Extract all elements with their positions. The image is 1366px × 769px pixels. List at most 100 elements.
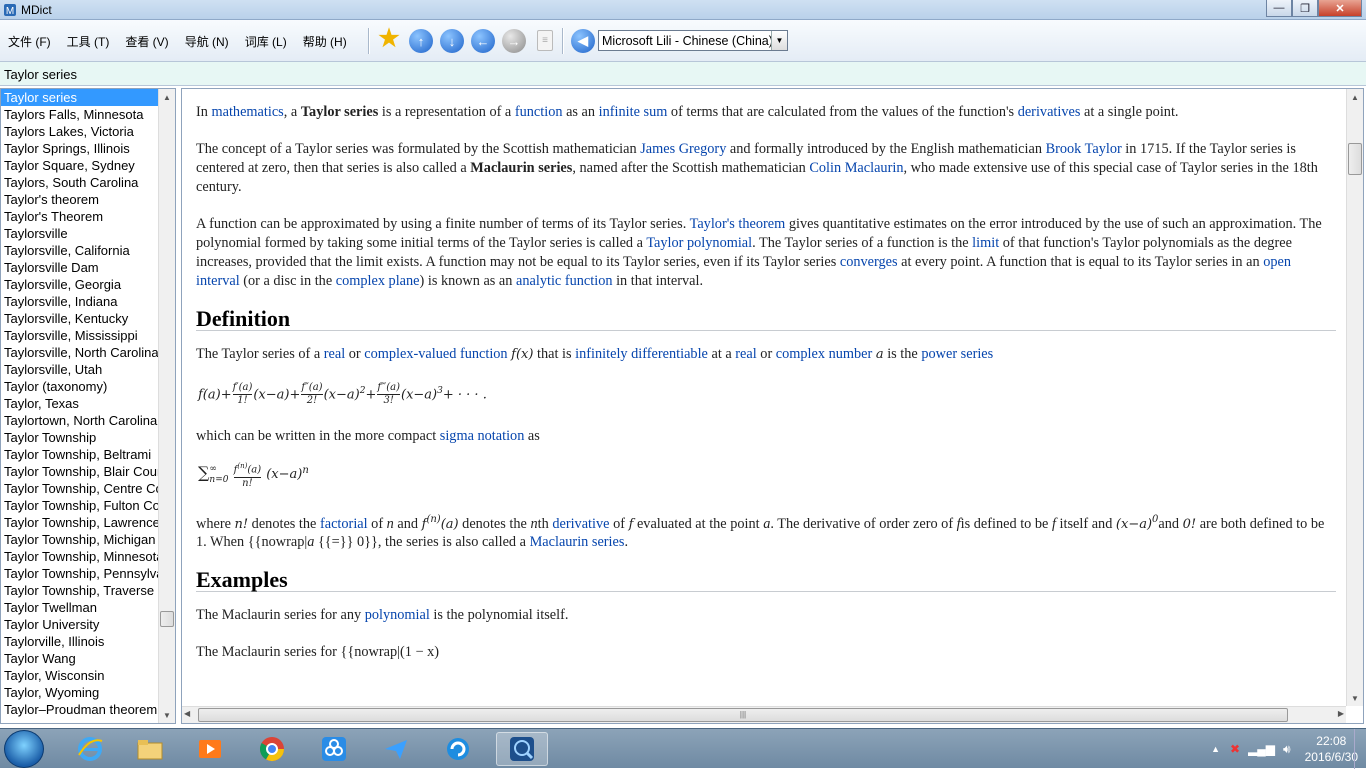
search-input[interactable] (2, 64, 1364, 84)
chevron-down-icon[interactable]: ▼ (771, 31, 787, 50)
scroll-thumb[interactable]: ||| (198, 708, 1288, 722)
link-derivatives[interactable]: derivatives (1018, 104, 1081, 120)
link-power-series[interactable]: power series (921, 346, 993, 362)
scroll-down-icon[interactable]: ▼ (159, 707, 175, 723)
menu-file[interactable]: 文件 (F) (0, 33, 59, 50)
list-item[interactable]: Taylors Falls, Minnesota (1, 106, 159, 123)
show-desktop-button[interactable] (1354, 729, 1366, 769)
qq-icon[interactable] (308, 732, 360, 766)
scroll-left-icon[interactable]: ◀ (184, 709, 190, 718)
list-item[interactable]: Taylor Township, Michigan (1, 531, 159, 548)
menu-library[interactable]: 词库 (L) (237, 33, 295, 50)
link-function[interactable]: function (515, 104, 563, 120)
list-item[interactable]: Taylorsville, Indiana (1, 293, 159, 310)
start-button[interactable] (4, 730, 44, 768)
list-item[interactable]: Taylors Lakes, Victoria (1, 123, 159, 140)
link-limit[interactable]: limit (972, 235, 999, 251)
arrow-down-icon[interactable]: ↓ (440, 29, 464, 53)
list-item[interactable]: Taylorsville Dam (1, 259, 159, 276)
list-item[interactable]: Taylor's theorem (1, 191, 159, 208)
article-horizontal-scrollbar[interactable]: ◀ ||| ▶ (182, 706, 1346, 723)
list-item[interactable]: Taylorsville, Kentucky (1, 310, 159, 327)
menu-view[interactable]: 查看 (V) (117, 33, 176, 50)
word-list-scrollbar[interactable]: ▲ ▼ (158, 89, 175, 723)
document-icon[interactable]: ≡ (537, 30, 553, 51)
mdict-icon[interactable] (496, 732, 548, 766)
link-taylor-polynomial[interactable]: Taylor polynomial (646, 235, 752, 251)
speak-icon[interactable]: ◀ (571, 29, 595, 53)
list-item[interactable]: Taylor Township, Pennsylvania (1, 565, 159, 582)
article-vertical-scrollbar[interactable]: ▲ ▼ (1346, 89, 1363, 706)
scroll-thumb[interactable] (1348, 143, 1362, 175)
scroll-up-icon[interactable]: ▲ (1347, 89, 1363, 105)
link-brook-taylor[interactable]: Brook Taylor (1046, 141, 1122, 157)
link-analytic-function[interactable]: analytic function (516, 273, 612, 289)
list-item[interactable]: Taylorsville (1, 225, 159, 242)
list-item[interactable]: Taylorsville, California (1, 242, 159, 259)
close-button[interactable]: ✕ (1318, 0, 1362, 17)
forward-icon[interactable]: → (502, 29, 526, 53)
list-item[interactable]: Taylor Township, Fulton County (1, 497, 159, 514)
list-item[interactable]: Taylor's Theorem (1, 208, 159, 225)
browser-icon[interactable] (432, 732, 484, 766)
link-converges[interactable]: converges (840, 254, 898, 270)
list-item[interactable]: Taylor–Proudman theorem (1, 701, 159, 718)
link-complex-number[interactable]: complex number (776, 346, 872, 362)
list-item[interactable]: Taylor Square, Sydney (1, 157, 159, 174)
link-complex-plane[interactable]: complex plane (336, 273, 420, 289)
list-item[interactable]: Taylorsville, Georgia (1, 276, 159, 293)
clock[interactable]: 22:08 2016/6/30 (1305, 733, 1358, 765)
link-infinitely-differentiable[interactable]: infinitely differentiable (575, 346, 708, 362)
media-player-icon[interactable] (184, 732, 236, 766)
link-mathematics[interactable]: mathematics (211, 104, 283, 120)
list-item[interactable]: Taylor Township, Blair County (1, 463, 159, 480)
chrome-icon[interactable] (246, 732, 298, 766)
list-item[interactable]: Taylor (taxonomy) (1, 378, 159, 395)
list-item[interactable]: Taylorsville, Mississippi (1, 327, 159, 344)
link-infinite-sum[interactable]: infinite sum (599, 104, 668, 120)
maximize-button[interactable]: ❐ (1292, 0, 1318, 17)
link-real[interactable]: real (324, 346, 345, 362)
explorer-icon[interactable] (124, 732, 176, 766)
scroll-thumb[interactable] (160, 611, 174, 627)
list-item[interactable]: Taylor University (1, 616, 159, 633)
link-colin-maclaurin[interactable]: Colin Maclaurin (809, 160, 903, 176)
list-item[interactable]: Taylor Wang (1, 650, 159, 667)
link-real-2[interactable]: real (735, 346, 756, 362)
link-factorial[interactable]: factorial (320, 515, 368, 531)
feishu-icon[interactable] (370, 732, 422, 766)
signal-icon[interactable]: ▂▄▆ (1248, 742, 1275, 756)
link-derivative[interactable]: derivative (552, 515, 609, 531)
list-item[interactable]: Taylor Township (1, 429, 159, 446)
link-taylors-theorem[interactable]: Taylor's theorem (690, 216, 786, 232)
list-item[interactable]: Taylorville, Illinois (1, 633, 159, 650)
volume-icon[interactable]: 🔊︎ (1283, 742, 1291, 757)
minimize-button[interactable]: — (1266, 0, 1292, 17)
list-item[interactable]: Taylorsville, Utah (1, 361, 159, 378)
link-sigma-notation[interactable]: sigma notation (440, 428, 525, 444)
list-item[interactable]: Taylor series (1, 89, 159, 106)
link-james-gregory[interactable]: James Gregory (640, 141, 726, 157)
list-item[interactable]: Taylor Township, Minnesota (1, 548, 159, 565)
menu-navigate[interactable]: 导航 (N) (177, 33, 237, 50)
voice-select[interactable]: Microsoft Lili - Chinese (China) ▼ (598, 30, 788, 51)
link-complex-valued-function[interactable]: complex-valued function (364, 346, 507, 362)
star-icon[interactable]: ★ (377, 25, 401, 52)
list-item[interactable]: Taylor Township, Centre County (1, 480, 159, 497)
link-maclaurin-series[interactable]: Maclaurin series (530, 534, 625, 550)
arrow-up-icon[interactable]: ↑ (409, 29, 433, 53)
list-item[interactable]: Taylor, Wisconsin (1, 667, 159, 684)
list-item[interactable]: Taylor, Wyoming (1, 684, 159, 701)
menu-tools[interactable]: 工具 (T) (59, 33, 118, 50)
list-item[interactable]: Taylor Springs, Illinois (1, 140, 159, 157)
list-item[interactable]: Taylortown, North Carolina (1, 412, 159, 429)
list-item[interactable]: Taylor, Texas (1, 395, 159, 412)
list-item[interactable]: Taylor Township, Traverse (1, 582, 159, 599)
scroll-down-icon[interactable]: ▼ (1347, 690, 1363, 706)
back-icon[interactable]: ← (471, 29, 495, 53)
link-polynomial[interactable]: polynomial (365, 607, 430, 623)
network-icon[interactable]: ✖ (1230, 742, 1240, 756)
menu-help[interactable]: 帮助 (H) (295, 33, 355, 50)
scroll-up-icon[interactable]: ▲ (159, 89, 175, 105)
scroll-right-icon[interactable]: ▶ (1338, 709, 1344, 718)
